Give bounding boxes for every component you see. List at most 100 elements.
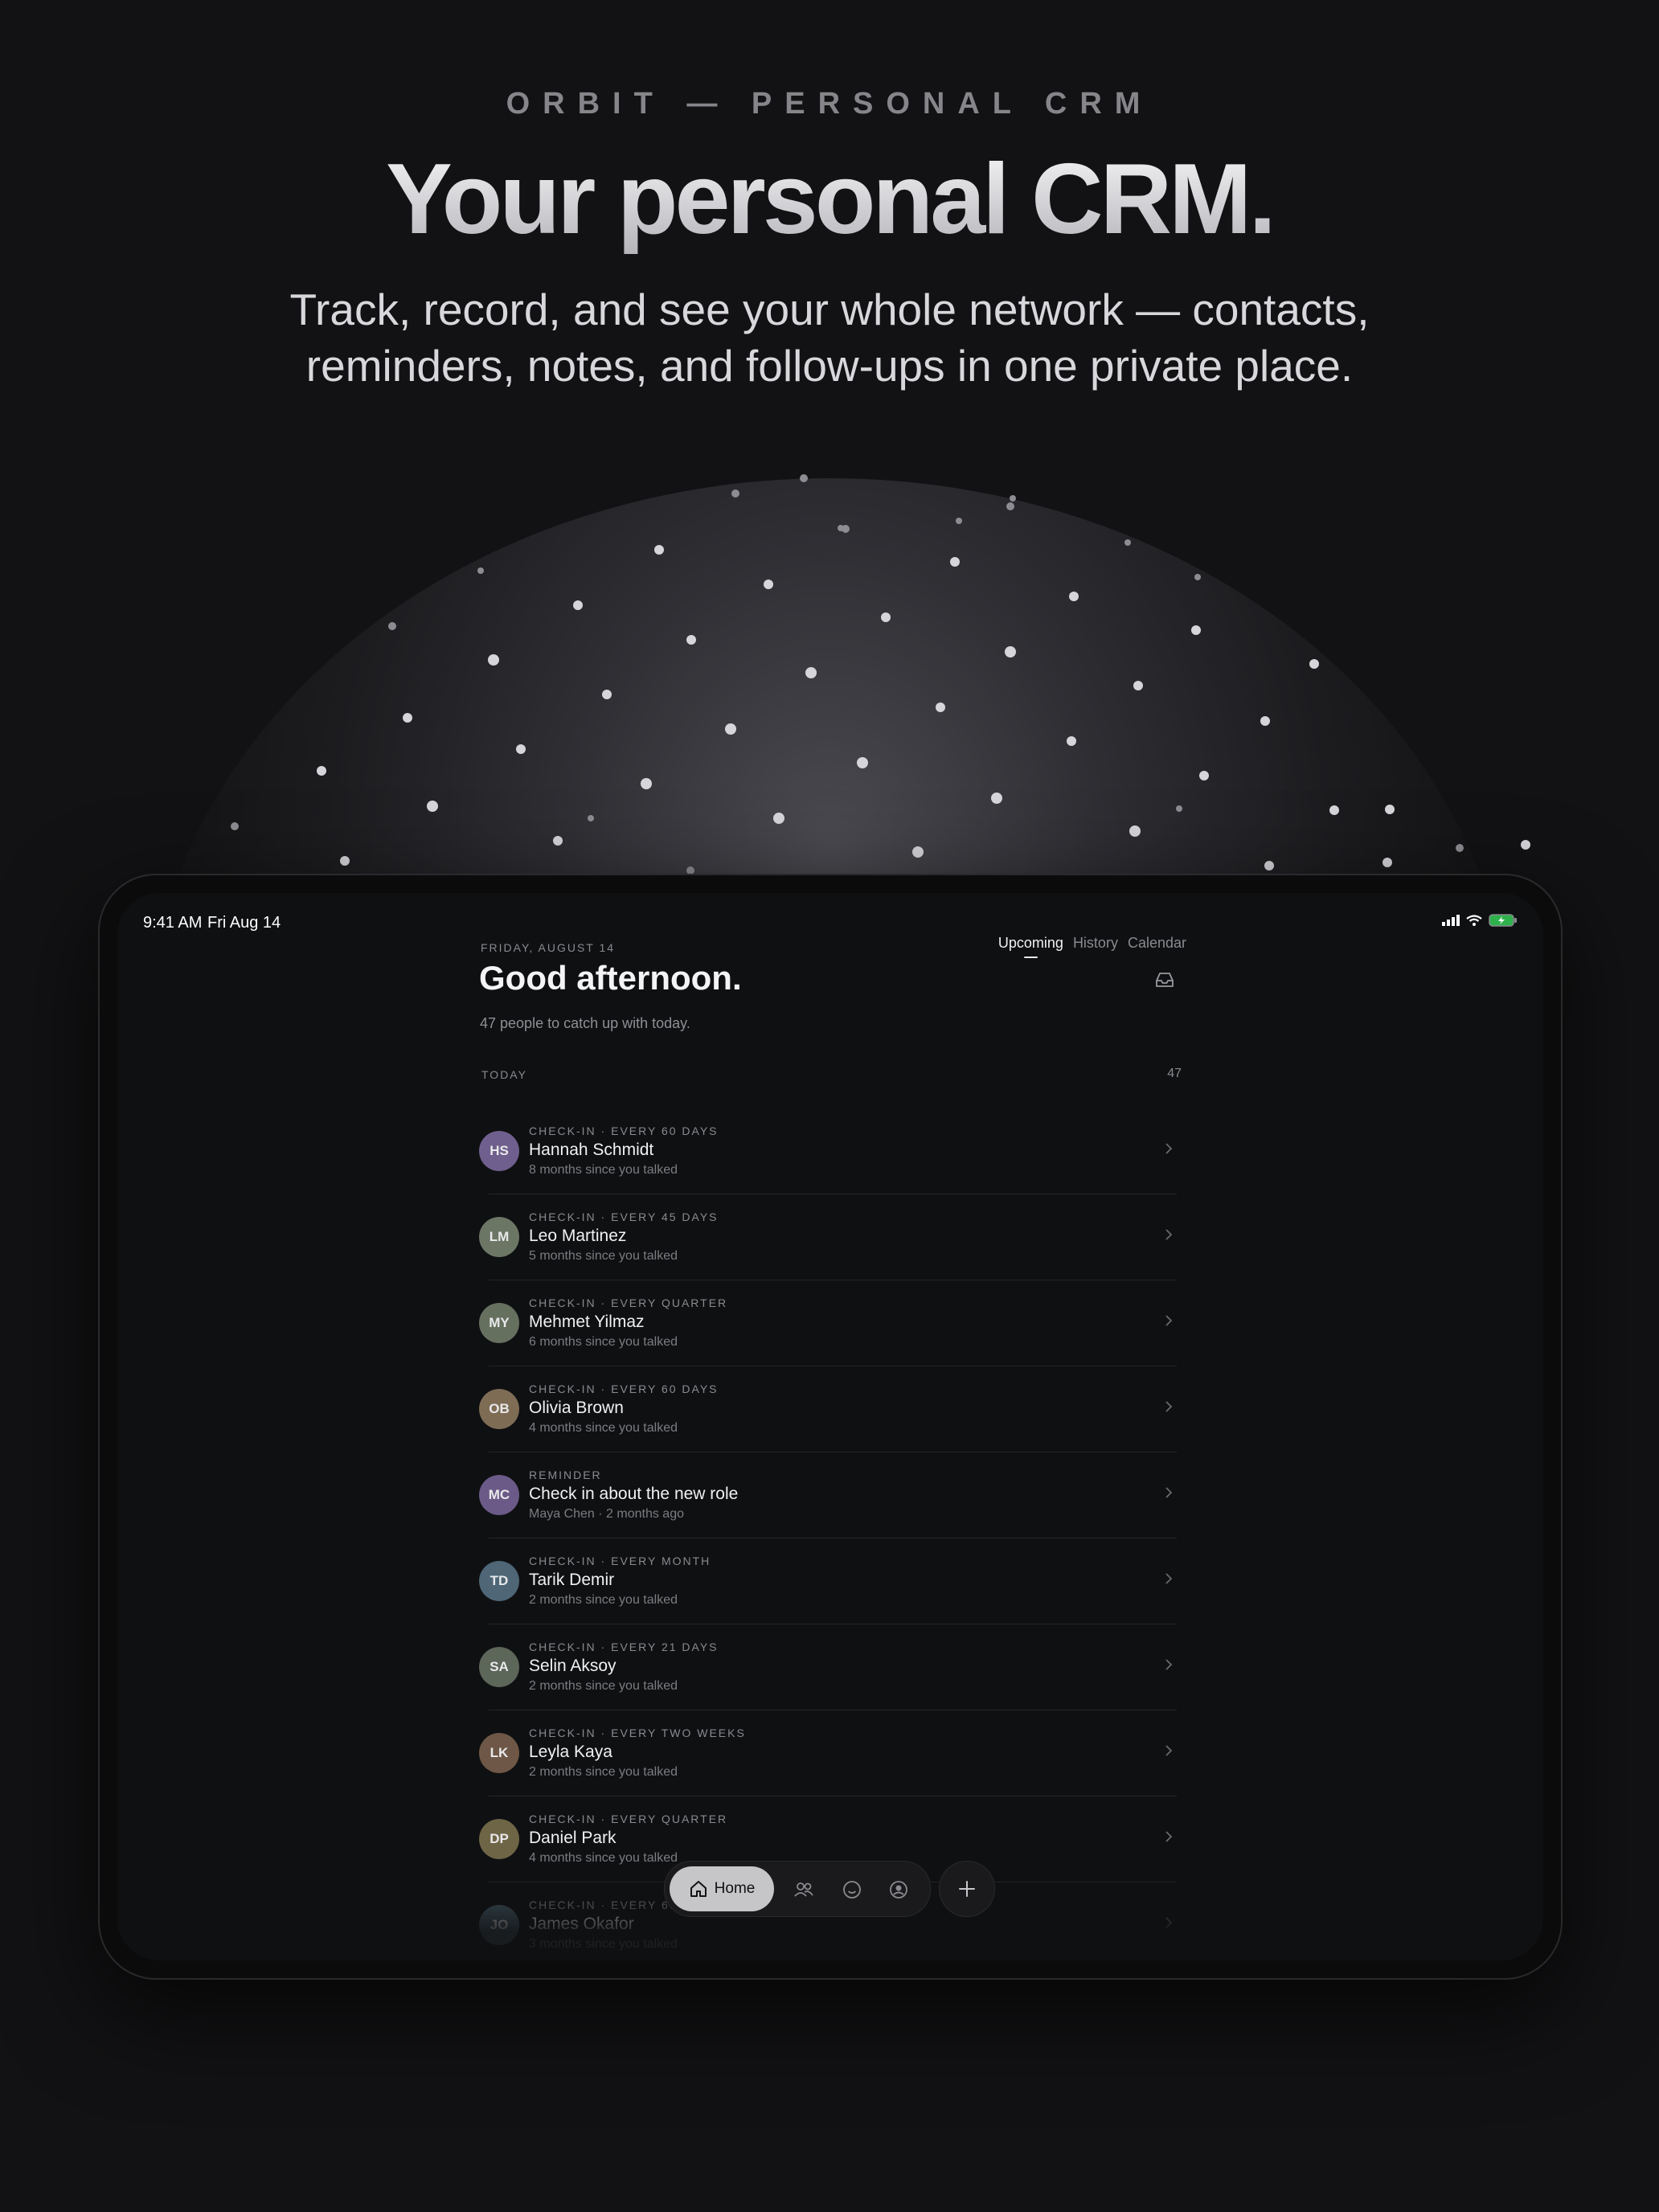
list-item[interactable]: MC REMINDER Check in about the new role May… (479, 1452, 1177, 1538)
list-item[interactable]: SA CHECK-IN · EVERY 21 DAYS Selin Aksoy 2 m… (479, 1624, 1177, 1710)
tab-upcoming[interactable]: Upcoming (998, 935, 1063, 958)
star-dot (912, 846, 924, 858)
star-dot (477, 567, 484, 574)
item-title: Daniel Park (529, 1829, 616, 1847)
star-dot (805, 667, 817, 678)
star-dot (427, 801, 438, 812)
list-item[interactable]: LM CHECK-IN · EVERY 45 DAYS Leo Martinez 5 … (479, 1194, 1177, 1280)
star-dot (881, 612, 891, 622)
chevron-right-icon (1165, 1401, 1173, 1412)
star-dot (764, 580, 773, 589)
star-dot (588, 815, 594, 821)
star-dot (1129, 825, 1141, 837)
star-dot (1382, 858, 1392, 867)
section-title: TODAY (481, 1068, 527, 1081)
star-field (231, 474, 1530, 882)
star-dot (857, 757, 868, 768)
inbox-icon[interactable] (1154, 970, 1175, 989)
item-kind: REMINDER (529, 1469, 602, 1481)
star-dot (956, 518, 962, 524)
item-meta: 2 months since you talked (529, 1765, 678, 1779)
star-dot (1006, 502, 1014, 510)
star-dot (1329, 805, 1339, 815)
section-count: 47 (1167, 1067, 1182, 1080)
chevron-right-icon (1165, 1487, 1173, 1498)
star-dot (1521, 840, 1530, 850)
list-item[interactable]: MY CHECK-IN · EVERY QUARTER Mehmet Yilmaz 6… (479, 1280, 1177, 1366)
item-kind: CHECK-IN · EVERY 60 DAYS (529, 1382, 719, 1395)
cellular-icon (1442, 915, 1460, 926)
star-dot (1005, 646, 1016, 657)
add-button[interactable] (939, 1861, 995, 1917)
star-dot (516, 744, 526, 754)
list-item[interactable]: LK CHECK-IN · EVERY TWO WEEKS Leyla Kaya 2 … (479, 1710, 1177, 1796)
star-dot (1385, 805, 1395, 814)
smile-icon[interactable] (842, 1879, 862, 1900)
avatar: SA (479, 1647, 519, 1687)
item-meta: Maya Chen · 2 months ago (529, 1507, 684, 1521)
chevron-right-icon (1165, 1573, 1173, 1584)
star-dot (731, 490, 739, 498)
star-dot (553, 836, 563, 846)
chevron-right-icon (1165, 1315, 1173, 1326)
star-dot (1264, 861, 1274, 870)
chevron-right-icon (1165, 1659, 1173, 1670)
star-dot (317, 766, 326, 776)
item-kind: CHECK-IN · EVERY MONTH (529, 1555, 711, 1567)
item-meta: 8 months since you talked (529, 1163, 678, 1177)
tablet-device: 9:41 AM Fri Aug 14 FRIDAY, AUGUST 14 Upc… (98, 874, 1563, 1980)
item-title: Tarik Demir (529, 1571, 615, 1589)
item-kind: CHECK-IN · EVERY 21 DAYS (529, 1641, 719, 1653)
tab-home[interactable]: Home (670, 1866, 774, 1911)
star-dot (936, 703, 945, 712)
item-title: Check in about the new role (529, 1485, 739, 1503)
item-title: Hannah Schmidt (529, 1141, 654, 1159)
star-dot (1124, 539, 1131, 546)
avatar: MY (479, 1303, 519, 1343)
people-icon[interactable] (793, 1879, 814, 1900)
list-item[interactable]: HS CHECK-IN · EVERY 60 DAYS Hannah Schmidt… (479, 1108, 1177, 1194)
avatar: TD (479, 1561, 519, 1601)
star-dot (1309, 659, 1319, 669)
star-dot (388, 622, 396, 630)
profile-icon[interactable] (888, 1879, 909, 1900)
list-item[interactable]: TD CHECK-IN · EVERY MONTH Tarik Demir 2 mon… (479, 1538, 1177, 1624)
star-dot (1260, 716, 1270, 726)
item-title: Olivia Brown (529, 1399, 624, 1417)
star-dot (1176, 805, 1182, 812)
tab-history[interactable]: History (1073, 935, 1118, 952)
avatar: LK (479, 1733, 519, 1773)
star-dot (991, 793, 1002, 804)
home-icon (690, 1881, 707, 1897)
star-dot (1069, 592, 1079, 601)
star-dot (602, 690, 612, 699)
item-kind: CHECK-IN · EVERY 45 DAYS (529, 1210, 719, 1223)
tab-home-label: Home (714, 1880, 756, 1897)
item-kind: CHECK-IN · EVERY QUARTER (529, 1813, 728, 1825)
tab-bar: Home (664, 1861, 931, 1917)
page-subtitle: 47 people to catch up with today. (480, 1015, 690, 1031)
list-item[interactable]: OB CHECK-IN · EVERY 60 DAYS Olivia Brown 4 … (479, 1366, 1177, 1452)
star-dot (1010, 495, 1016, 502)
chevron-right-icon (1165, 1745, 1173, 1756)
star-dot (340, 856, 350, 866)
item-title: Leyla Kaya (529, 1743, 612, 1761)
avatar: DP (479, 1819, 519, 1859)
star-dot (641, 778, 652, 789)
date-label: FRIDAY, AUGUST 14 (481, 941, 616, 954)
star-dot (573, 600, 583, 610)
contact-list: HS CHECK-IN · EVERY 60 DAYS Hannah Schmidt… (479, 1108, 1186, 1960)
star-dot (686, 635, 696, 645)
app-screen: 9:41 AM Fri Aug 14 FRIDAY, AUGUST 14 Upc… (117, 893, 1543, 1960)
avatar: LM (479, 1217, 519, 1257)
star-dot (800, 474, 808, 482)
status-time: 9:41 AM (143, 914, 203, 932)
star-dot (488, 654, 499, 666)
avatar: HS (479, 1131, 519, 1171)
star-dot (1067, 736, 1076, 746)
star-dot (654, 545, 664, 555)
star-dot (403, 713, 412, 723)
item-meta: 6 months since you talked (529, 1335, 678, 1349)
tab-calendar[interactable]: Calendar (1128, 935, 1186, 952)
avatar: OB (479, 1389, 519, 1429)
